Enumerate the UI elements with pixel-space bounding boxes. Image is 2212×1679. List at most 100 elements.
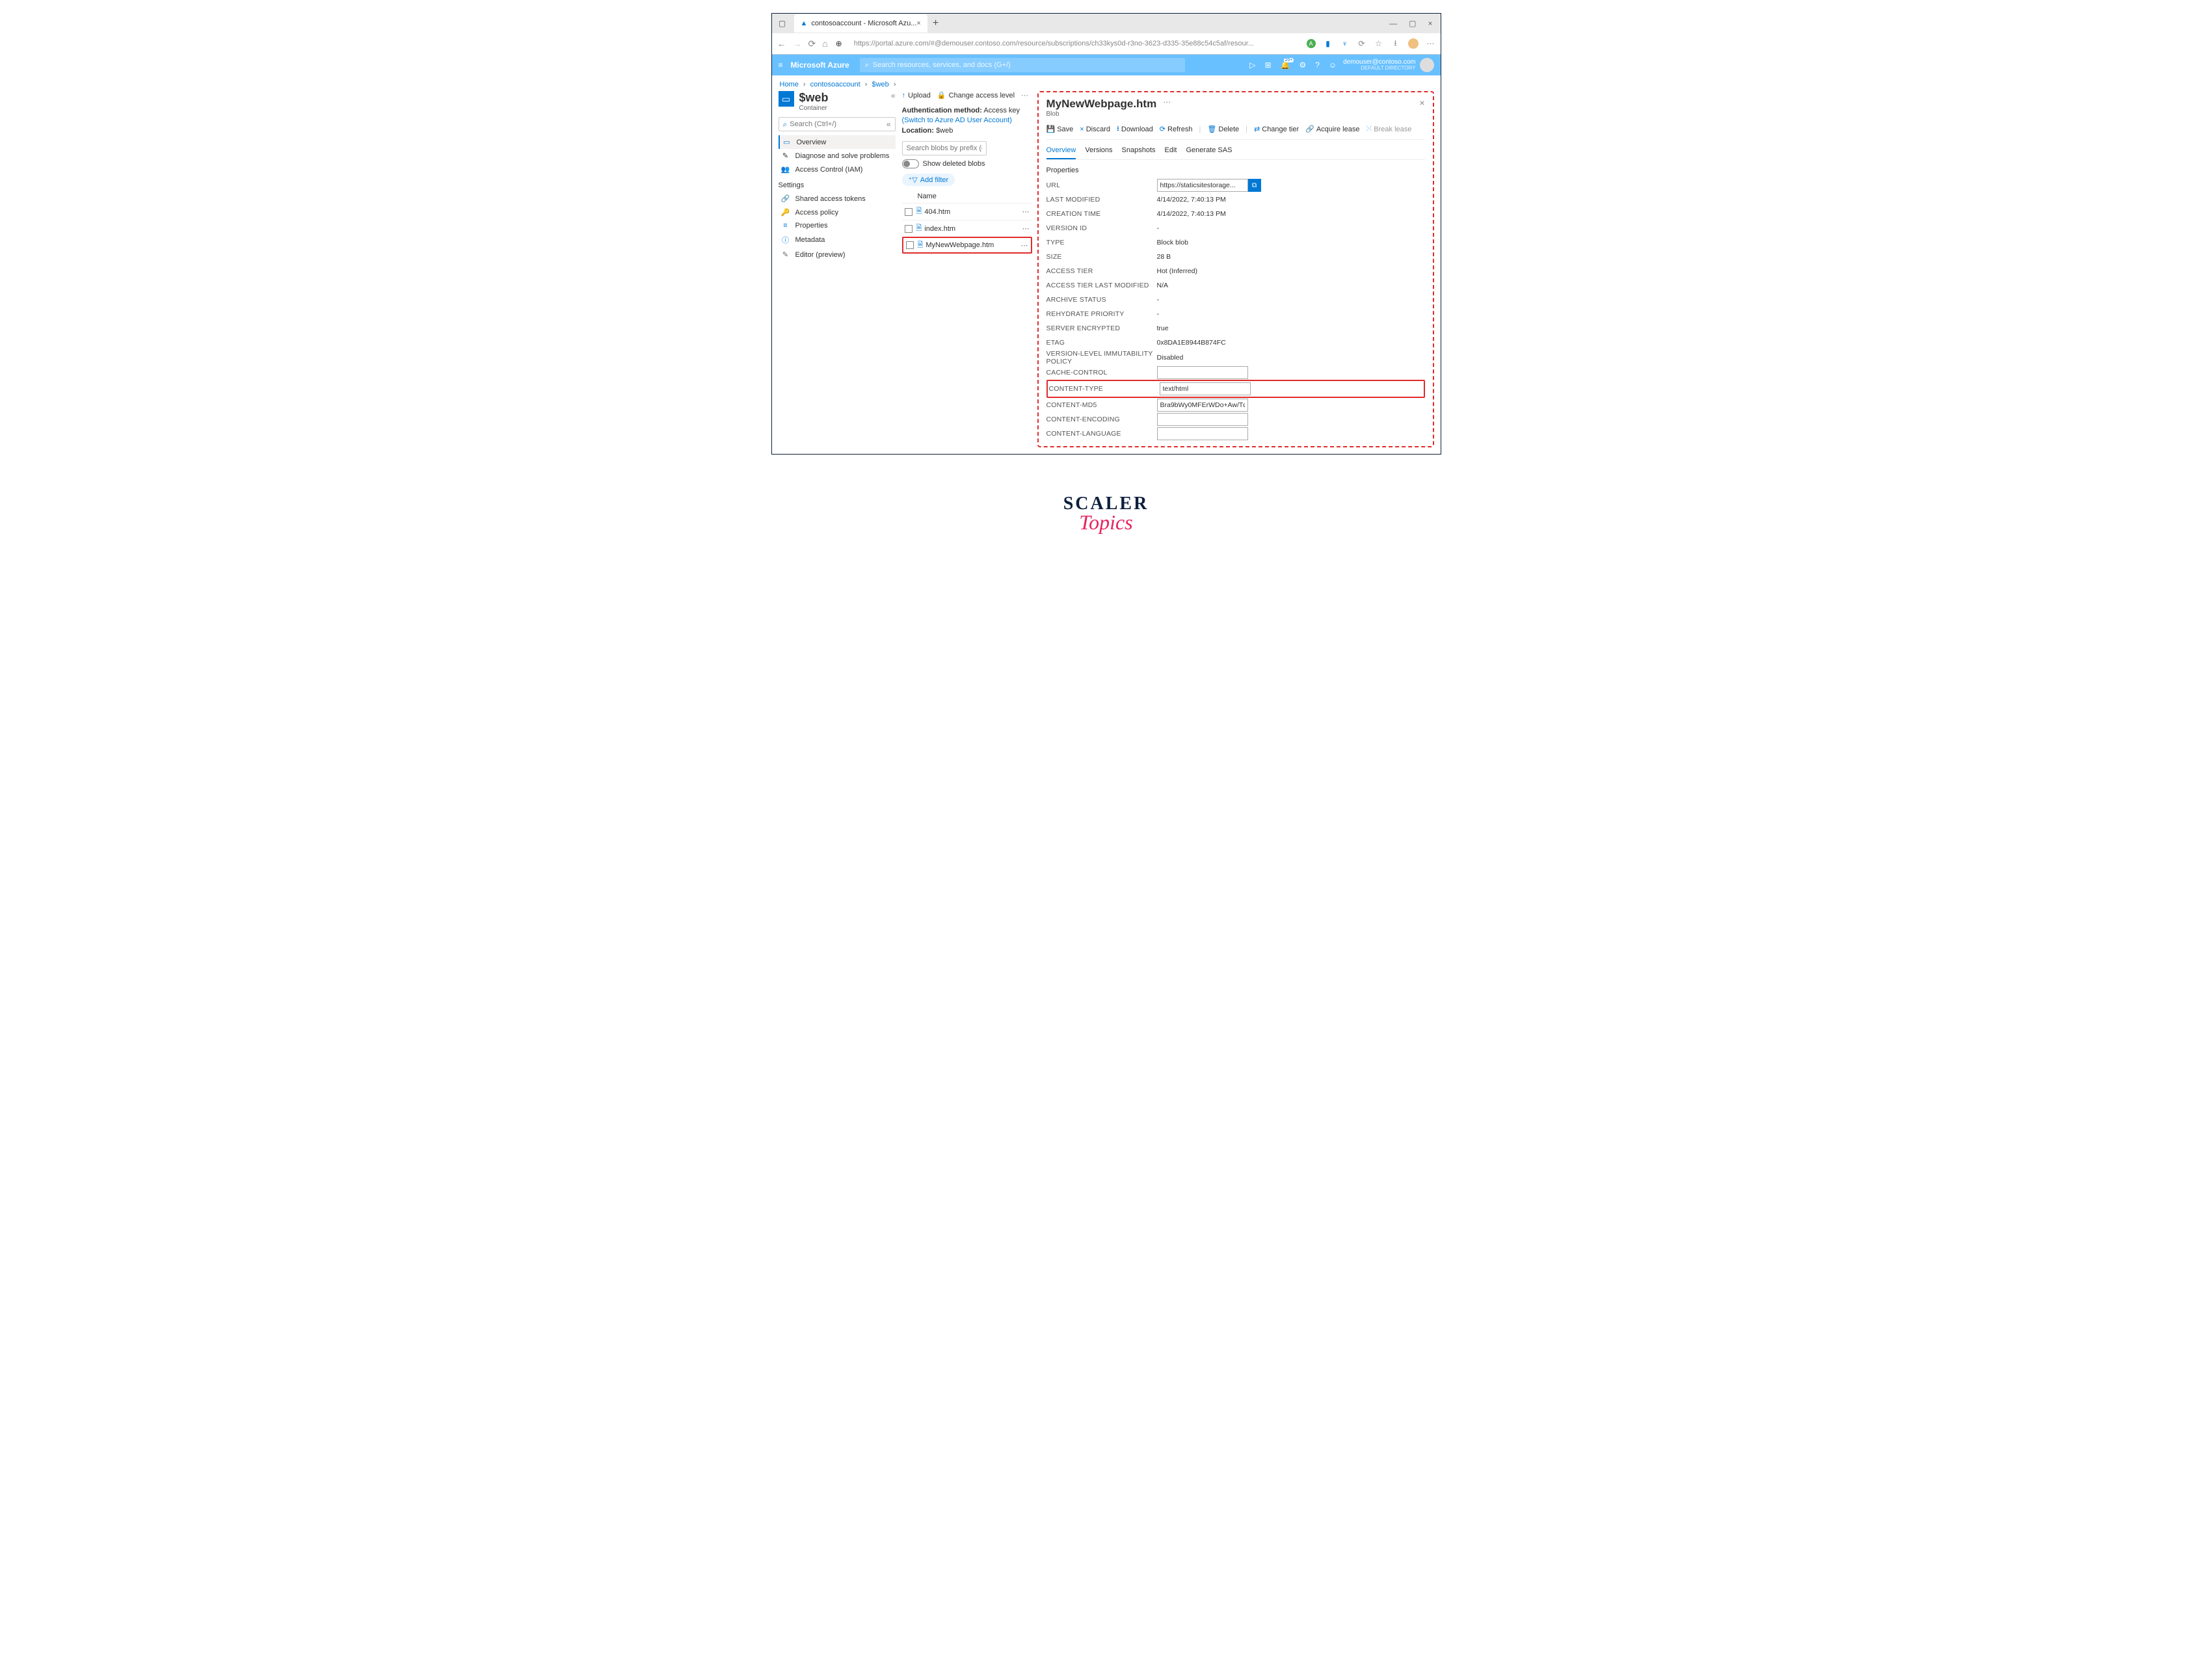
help-icon[interactable]: ? (1315, 60, 1320, 70)
menu-icon[interactable]: ⋯ (1426, 39, 1435, 48)
azure-header: ≡ Microsoft Azure ⌕ ▷ ⊞ 🔔20+ ⚙ ? ☺ demou… (772, 55, 1441, 75)
menu-search-input[interactable] (790, 120, 884, 128)
collapse-icon[interactable]: « (891, 91, 896, 100)
prop-size: SIZE28 B (1046, 250, 1425, 264)
upload-button[interactable]: ↑Upload (902, 92, 931, 99)
close-blade-icon[interactable]: × (1419, 98, 1424, 108)
refresh-icon[interactable]: ⟳ (808, 38, 816, 49)
tab-generate-sas[interactable]: Generate SAS (1186, 146, 1233, 159)
new-tab-button[interactable]: + (933, 18, 939, 29)
blob-row[interactable]: 🗎404.htm⋯ (902, 203, 1032, 220)
download-icon: ⭳ (1117, 123, 1119, 135)
downloads-icon[interactable]: ⭳ (1391, 39, 1400, 48)
sidebar-item-access-control-iam-[interactable]: 👥Access Control (IAM) (779, 163, 896, 176)
user-account[interactable]: demouser@contoso.com DEFAULT DIRECTORY (1343, 59, 1415, 72)
extension3-icon[interactable]: ♆ (1340, 39, 1350, 48)
filter-icon: ⁺▽ (909, 176, 918, 184)
acquire-lease-button[interactable]: 🔗Acquire lease (1305, 125, 1359, 133)
sidebar-item-editor-preview-[interactable]: ✎Editor (preview) (779, 248, 896, 261)
auth-info: Authentication method: Access key (Switc… (902, 106, 1032, 136)
sidebar-item-properties[interactable]: ≡Properties (779, 219, 896, 232)
checkbox[interactable] (906, 241, 914, 249)
crumb-home[interactable]: Home (780, 81, 799, 88)
tab-snapshots[interactable]: Snapshots (1122, 146, 1156, 159)
content-type-input[interactable] (1160, 382, 1251, 395)
add-filter-button[interactable]: ⁺▽ Add filter (902, 174, 955, 186)
sync-icon[interactable]: ⟳ (1357, 39, 1366, 48)
prop-rehydrate: REHYDRATE PRIORITY- (1046, 307, 1425, 321)
site-info-icon[interactable]: ⊕ (834, 39, 844, 48)
blob-more-icon[interactable]: ⋯ (1163, 98, 1171, 107)
change-access-button[interactable]: 🔒Change access level (937, 91, 1015, 99)
container-icon: ▭ (779, 91, 794, 107)
window-close-icon[interactable]: × (1428, 19, 1432, 28)
delete-button[interactable]: 🗑Delete (1207, 125, 1239, 133)
prop-content-encoding: CONTENT-ENCODING (1046, 412, 1425, 427)
checkbox[interactable] (905, 225, 913, 233)
browser-tab[interactable]: ▲ contosoaccount - Microsoft Azu... × (794, 14, 927, 33)
content-encoding-input[interactable] (1157, 413, 1248, 426)
sidebar-item-metadata[interactable]: ⓘMetadata (779, 232, 896, 248)
notifications-icon[interactable]: 🔔20+ (1281, 60, 1290, 70)
prop-content-language: CONTENT-LANGUAGE (1046, 427, 1425, 441)
content-md5-input[interactable] (1157, 399, 1248, 412)
sidebar-item-overview[interactable]: ▭Overview (779, 135, 896, 149)
show-deleted-toggle[interactable] (902, 159, 919, 168)
feedback-icon[interactable]: ☺ (1329, 60, 1337, 70)
minimize-icon[interactable]: — (1389, 19, 1397, 28)
row-more-icon[interactable]: ⋯ (1021, 241, 1028, 250)
crumb-account[interactable]: contosoaccount (810, 81, 860, 88)
discard-button[interactable]: ×Discard (1080, 126, 1110, 133)
change-tier-button[interactable]: ⇄Change tier (1254, 125, 1299, 133)
tab-versions[interactable]: Versions (1085, 146, 1112, 159)
tab-edit[interactable]: Edit (1165, 146, 1177, 159)
url-value[interactable] (1157, 179, 1248, 192)
copy-url-button[interactable]: ⧉ (1248, 179, 1261, 192)
close-tab-icon[interactable]: × (916, 20, 920, 27)
prop-cache-control: CACHE-CONTROL (1046, 365, 1425, 380)
break-lease-icon: ⤬ (1366, 125, 1372, 133)
save-button[interactable]: 💾Save (1046, 125, 1074, 133)
tab-overview[interactable]: Overview (1046, 146, 1076, 159)
checkbox[interactable] (905, 208, 913, 216)
prop-etag: ETAG0x8DA1E8944B874FC (1046, 336, 1425, 350)
global-search[interactable]: ⌕ (860, 58, 1185, 72)
sidebar-item-diagnose-and-solve-problems[interactable]: ✎Diagnose and solve problems (779, 149, 896, 163)
scaler-watermark: SCALER Topics (0, 468, 2212, 548)
back-icon[interactable]: ← (777, 38, 786, 49)
menu-search[interactable]: ⌕ « (779, 117, 896, 131)
blob-row[interactable]: 🗎index.htm⋯ (902, 220, 1032, 237)
blob-prefix-search[interactable] (902, 141, 987, 155)
hamburger-icon[interactable]: ≡ (779, 60, 783, 70)
refresh-button[interactable]: ⟳Refresh (1160, 125, 1193, 133)
cloud-shell-icon[interactable]: ▷ (1249, 60, 1255, 70)
more-actions-icon[interactable]: ⋯ (1021, 91, 1028, 99)
search-icon: ⌕ (865, 61, 869, 70)
address-bar[interactable]: https://portal.azure.com/#@demouser.cont… (850, 40, 1300, 47)
avatar-icon[interactable] (1420, 58, 1434, 72)
switch-auth-link[interactable]: (Switch to Azure AD User Account) (902, 116, 1012, 124)
blob-list-pane: ↑Upload 🔒Change access level ⋯ Authentic… (896, 91, 1032, 447)
blob-row[interactable]: 🗎MyNewWebpage.htm⋯ (902, 237, 1032, 254)
extension-icon[interactable]: A (1307, 39, 1316, 48)
sidebar-item-shared-access-tokens[interactable]: 🔗Shared access tokens (779, 192, 896, 205)
collapse-menu-icon[interactable]: « (886, 120, 891, 129)
tab-overview-icon[interactable]: ▢ (777, 18, 788, 29)
cache-control-input[interactable] (1157, 366, 1248, 379)
extension2-icon[interactable]: ▮ (1324, 39, 1333, 48)
row-more-icon[interactable]: ⋯ (1022, 224, 1030, 233)
crumb-container[interactable]: $web (872, 81, 889, 88)
home-icon[interactable]: ⌂ (822, 38, 827, 49)
content-language-input[interactable] (1157, 427, 1248, 440)
row-more-icon[interactable]: ⋯ (1022, 207, 1030, 216)
maximize-icon[interactable]: ▢ (1409, 19, 1416, 28)
sidebar-item-access-policy[interactable]: 🔑Access policy (779, 205, 896, 219)
global-search-input[interactable] (873, 61, 1180, 69)
profile-avatar-icon[interactable] (1408, 38, 1419, 49)
download-button[interactable]: ⭳Download (1117, 123, 1153, 135)
forward-icon[interactable]: → (793, 38, 802, 49)
directories-icon[interactable]: ⊞ (1264, 60, 1271, 70)
favorites-icon[interactable]: ☆ (1374, 39, 1383, 48)
settings-icon[interactable]: ⚙ (1299, 60, 1306, 70)
break-lease-button[interactable]: ⤬Break lease (1366, 125, 1411, 133)
